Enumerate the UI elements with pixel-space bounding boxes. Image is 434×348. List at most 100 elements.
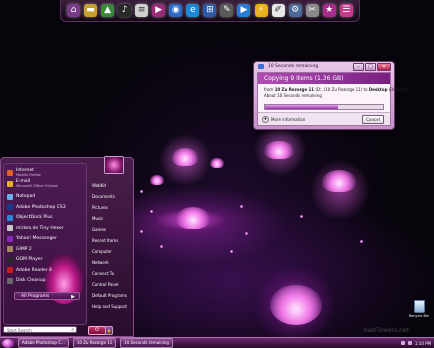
cancel-button[interactable]: Cancel [362,115,384,124]
program-label: ObjectDock Plus [16,215,53,220]
start-menu-place-item[interactable]: Music [89,213,133,224]
pen-icon[interactable]: ✎ [220,4,234,17]
start-menu-place-item[interactable]: Games [89,224,133,235]
start-menu-place-item[interactable]: Documents [89,191,133,202]
start-menu-place-item[interactable]: WebKit [89,180,133,191]
ie-icon[interactable]: e [186,4,200,17]
program-icon [7,277,13,284]
program-icon [7,180,13,187]
recent-program[interactable]: GIMP 2 [7,245,85,254]
media-player-icon[interactable]: ▶ [152,4,166,17]
settings-icon[interactable]: ⚙ [288,4,302,17]
wallpaper-flower [176,207,210,229]
recent-program[interactable]: Adobe Photoshop CS3 [7,203,85,212]
documents-icon[interactable]: ≡ [135,4,149,17]
recent-program[interactable]: Notepad [7,192,85,201]
pinned-program[interactable]: Internet Mozilla Firefox [7,168,85,177]
start-menu-place-item[interactable]: Help and Support [89,301,133,312]
folder-icon[interactable]: ▬ [84,4,98,17]
recent-program[interactable]: GOM Player [7,255,85,264]
program-icon [7,193,13,200]
program-icon [7,235,13,242]
program-icon [7,169,13,176]
recycle-bin-label: Recycle Bin [408,314,430,318]
favorites-icon[interactable]: ★ [322,4,336,17]
home-icon[interactable]: ⌂ [67,4,81,17]
all-programs-button[interactable]: All Programs ▶ [14,292,80,300]
dialog-footer: ▼ More information Cancel [258,112,390,125]
lightning-icon[interactable]: ⚡ [254,4,268,17]
start-menu-place-item[interactable]: Default Programs [89,290,133,301]
wallpaper-sparkle [150,210,153,213]
clock[interactable]: 1:10 PM [415,341,431,346]
program-icon [7,267,13,273]
program-label: Yahoo! Messenger [16,236,57,241]
program-icon [7,214,13,221]
user-avatar[interactable] [104,156,124,174]
recent-program[interactable]: Adobe Reader 8 [7,266,85,275]
minimize-button[interactable]: – [353,63,364,71]
program-icon [7,246,13,252]
destination-link[interactable]: Desktop [369,87,388,92]
close-button[interactable]: ✕ [377,63,391,71]
watermark: kasFlowers.net [364,327,410,334]
recent-program[interactable]: mirkes.de Tiny Hexer [7,224,85,233]
wallpaper-sparkle [140,230,143,233]
program-label: Adobe Photoshop CS3 [16,204,66,210]
copy-icon [258,64,264,69]
music-icon[interactable]: ♪ [118,4,132,17]
start-menu-place-item[interactable]: Computer [89,246,133,257]
program-label: mirkes.de Tiny Hexer [16,225,64,231]
wallpaper-flower [264,141,294,159]
pinned-program[interactable]: E-mail Microsoft Office Outlook [7,179,85,188]
start-orb-icon[interactable] [2,338,14,348]
search-icon: ⌕ [71,327,74,333]
wallpaper-flower [270,285,322,325]
wallpaper-flower [322,170,356,192]
globe-icon[interactable]: ◉ [169,4,183,17]
start-menu-place-item[interactable]: Network [89,257,133,268]
start-menu-place-item[interactable]: Pictures [89,202,133,213]
copy-from-to: from 10 Zu Rezorge 11 (D:..\10 Zu Rezorg… [264,87,409,92]
taskbar: Adobe Photoshop C... 10 Zu Rezorge 11 10… [0,337,434,348]
lock-button[interactable]: 🔒 [105,326,113,335]
dialog-title: 10 Seconds remaining [268,64,319,69]
recent-program[interactable]: Disk Cleanup [7,276,85,285]
recent-program[interactable]: Yahoo! Messenger [7,234,85,243]
start-menu-place-item[interactable]: Recent Items [89,235,133,246]
start-menu: Internet Mozilla Firefox E-mail Microsoft O… [0,157,134,337]
time-remaining: About 10 Seconds remaining [264,93,322,98]
program-label: GIMP 2 [16,246,32,252]
program-label: GOM Player [16,257,43,262]
start-menu-places-pane: WebKit Documents Pictures Music Games Recent … [89,180,133,312]
program-label: Notepad [16,194,36,199]
wallpaper-flower [150,175,164,185]
wallpaper-flower [210,158,224,168]
dialog-titlebar[interactable]: 10 Seconds remaining – □ ✕ [254,62,394,71]
windows-icon[interactable]: ⊞ [203,4,217,17]
recent-program[interactable]: ObjectDock Plus [7,213,85,222]
wallpaper-sparkle [160,245,163,248]
program-label: E-mail Microsoft Office Outlook [16,179,58,188]
recycle-bin-shortcut[interactable]: Recycle Bin [408,300,430,318]
arrow-right-icon: ▶ [71,294,75,300]
play-icon[interactable]: ▶ [237,4,251,17]
picture-icon[interactable]: ▲ [101,4,115,17]
tools-icon[interactable]: ✂ [305,4,319,17]
more-info-label: More information [271,117,306,122]
more-info-toggle[interactable]: ▼ More information [262,116,305,123]
dialog-body: Copying 9 items (1.36 GB) from 10 Zu Rez… [257,72,409,126]
network-icon[interactable] [400,341,405,345]
maximize-button[interactable]: □ [365,63,376,71]
start-search-input[interactable]: Start Search ⌕ [3,326,77,333]
power-button[interactable]: ⏻ [88,326,106,335]
volume-icon[interactable] [407,341,412,345]
progress-fill [265,105,339,109]
clipboard-icon[interactable]: ☰ [339,4,353,17]
start-menu-place-item[interactable]: Connect To [89,268,133,279]
program-label: Internet Mozilla Firefox [16,168,41,177]
notepad-icon[interactable]: ✐ [271,4,285,17]
start-menu-place-item[interactable]: Control Panel [89,279,133,290]
source-link[interactable]: 10 Zu Rezorge 11 [275,87,314,92]
program-icon [7,204,13,210]
